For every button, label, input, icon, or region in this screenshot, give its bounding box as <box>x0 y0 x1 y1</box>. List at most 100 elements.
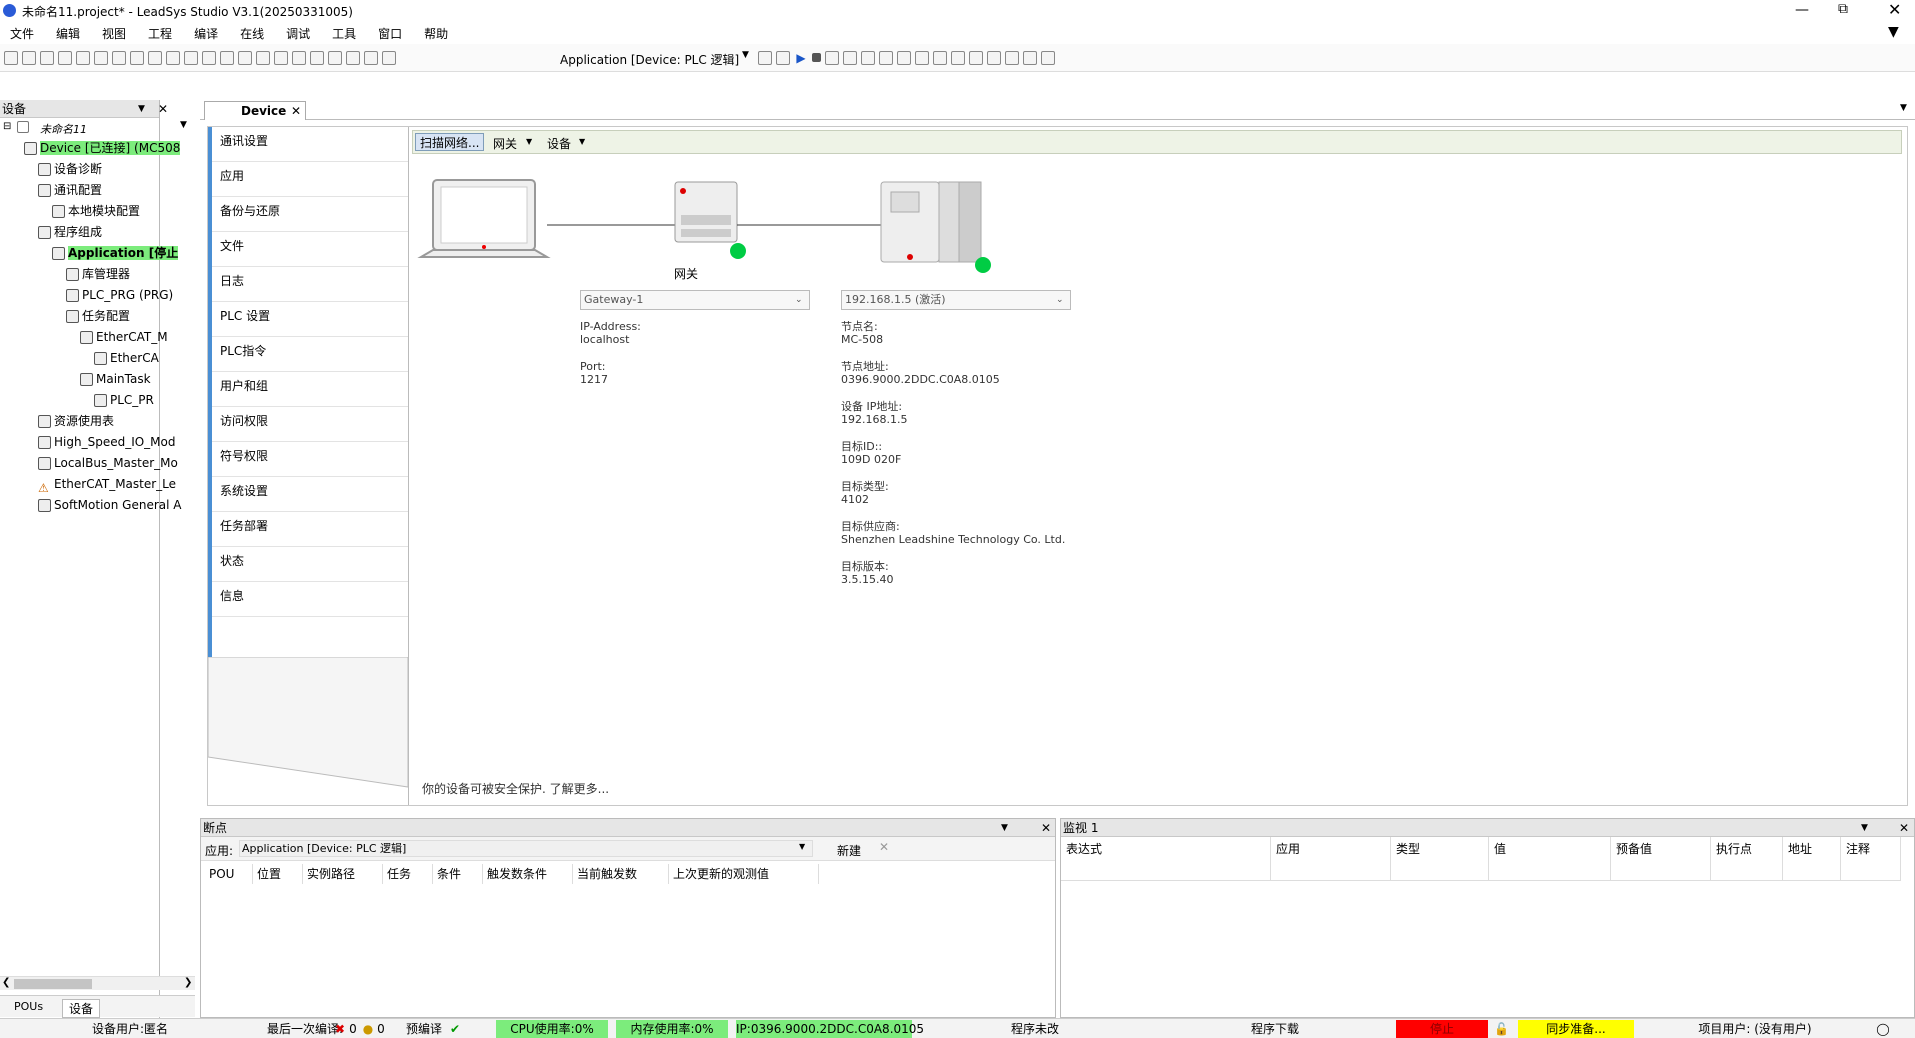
new-file-icon[interactable] <box>4 50 18 65</box>
force-icon[interactable] <box>969 50 983 65</box>
set-next-icon[interactable] <box>915 50 929 65</box>
dropdown-icon[interactable]: ▼ <box>742 50 749 60</box>
delete-breakpoint-icon[interactable]: ✕ <box>879 840 889 854</box>
nav-item[interactable]: 信息 <box>212 582 408 617</box>
menu-item[interactable]: 编译 <box>194 25 218 42</box>
nav-item[interactable]: 通讯设置 <box>212 127 408 162</box>
new-breakpoint-button[interactable]: 新建 <box>827 842 861 859</box>
scroll-left-icon[interactable]: ❮ <box>2 977 10 988</box>
gateway-select[interactable]: Gateway-1 ⌄ <box>580 290 810 310</box>
panel-menu-icon[interactable]: ▼ <box>138 100 145 118</box>
device-menu[interactable]: 设备 <box>547 135 571 152</box>
tree-item[interactable]: PLC_PRG (PRG) <box>0 285 196 306</box>
write-values-icon[interactable] <box>951 50 965 65</box>
nav-item[interactable]: 系统设置 <box>212 477 408 512</box>
watch-column-header[interactable]: 地址 <box>1783 837 1841 881</box>
breakpoints-column-header[interactable]: 条件 <box>433 864 483 884</box>
tree-item[interactable]: SoftMotion General A <box>0 495 196 516</box>
paste-icon[interactable] <box>148 50 162 65</box>
breakpoints-column-header[interactable]: 实例路径 <box>303 864 383 884</box>
breakpoints-column-header[interactable]: 当前触发数 <box>573 864 669 884</box>
step-out-icon[interactable] <box>879 50 893 65</box>
breakpoints-app-select[interactable]: Application [Device: PLC 逻辑] <box>239 840 813 857</box>
find-prev-icon[interactable] <box>238 50 252 65</box>
step-into-icon[interactable] <box>861 50 875 65</box>
menu-item[interactable]: 窗口 <box>378 25 402 42</box>
find-icon[interactable] <box>184 50 198 65</box>
breakpoint-icon[interactable] <box>1005 50 1019 65</box>
tree-item[interactable]: EtherCAT_M <box>0 327 196 348</box>
project-root[interactable]: ⊟ 未命名11 ▼ <box>0 118 187 138</box>
nav-item[interactable]: 任务部署 <box>212 512 408 547</box>
build-icon[interactable] <box>346 50 360 65</box>
tree-item[interactable]: 程序组成 <box>0 222 196 243</box>
export-icon[interactable] <box>364 50 378 65</box>
bookmark-icon[interactable] <box>256 50 270 65</box>
menu-item[interactable]: 视图 <box>102 25 126 42</box>
run-icon[interactable]: ▶ <box>794 51 808 65</box>
watch-close-icon[interactable]: ✕ <box>1899 819 1909 837</box>
nav-item[interactable]: 状态 <box>212 547 408 582</box>
watch-column-header[interactable]: 值 <box>1489 837 1611 881</box>
menu-item[interactable]: 工具 <box>332 25 356 42</box>
tab-close-icon[interactable]: ✕ <box>291 102 301 120</box>
tree-item[interactable]: PLC_PR <box>0 390 196 411</box>
unforce-icon[interactable] <box>987 50 1001 65</box>
delete-icon[interactable] <box>166 50 180 65</box>
breakpoints-column-header[interactable]: 位置 <box>253 864 303 884</box>
watch-column-header[interactable]: 注释 <box>1841 837 1901 881</box>
application-selector[interactable]: Application [Device: PLC 逻辑] <box>560 51 739 68</box>
redo-icon[interactable] <box>94 50 108 65</box>
menu-item[interactable]: 帮助 <box>424 25 448 42</box>
filter-icon[interactable]: ▼ <box>1888 24 1899 40</box>
print-icon[interactable] <box>58 50 72 65</box>
tree-item[interactable]: High_Speed_IO_Mod <box>0 432 196 453</box>
breakpoints-menu-icon[interactable]: ▼ <box>1001 819 1008 837</box>
scan-network-button[interactable]: 扫描网络... <box>415 133 485 151</box>
status-precompile[interactable]: 预编译 <box>404 1020 444 1038</box>
tree-item[interactable]: Device [已连接] (MC508 <box>0 138 196 159</box>
gateway-menu-arrow[interactable]: ▼ <box>526 137 532 146</box>
watch-column-header[interactable]: 应用 <box>1271 837 1391 881</box>
breakpoints-column-header[interactable]: 任务 <box>383 864 433 884</box>
tree-item[interactable]: 任务配置 <box>0 306 196 327</box>
tree-item[interactable]: 资源使用表 <box>0 411 196 432</box>
undo-icon[interactable] <box>76 50 90 65</box>
bookmark-next-icon[interactable] <box>274 50 288 65</box>
watch-column-header[interactable]: 预备值 <box>1611 837 1711 881</box>
login-icon[interactable] <box>758 50 772 65</box>
scroll-thumb[interactable] <box>14 979 92 989</box>
nav-item[interactable]: PLC指令 <box>212 337 408 372</box>
nav-item[interactable]: 日志 <box>212 267 408 302</box>
pin-icon[interactable]: ✕ <box>158 100 168 118</box>
nav-item[interactable]: 备份与还原 <box>212 197 408 232</box>
bookmark-clear-icon[interactable] <box>310 50 324 65</box>
scroll-right-icon[interactable]: ❯ <box>184 977 192 988</box>
menu-item[interactable]: 工程 <box>148 25 172 42</box>
restore-button[interactable]: ⧉ <box>1838 1 1848 17</box>
tree-item[interactable]: 本地模块配置 <box>0 201 196 222</box>
security-note[interactable]: 你的设备可被安全保护. 了解更多... <box>422 780 609 797</box>
close-window-button[interactable]: ✕ <box>1888 0 1901 19</box>
tree-item[interactable]: EtherCA <box>0 348 196 369</box>
tree-item[interactable]: 库管理器 <box>0 264 196 285</box>
copy-icon[interactable] <box>130 50 144 65</box>
tab-devices[interactable]: 设备 <box>62 999 101 1018</box>
breakpoints-column-header[interactable]: 触发数条件 <box>483 864 573 884</box>
breakpoints-app-arrow[interactable]: ▼ <box>799 842 805 851</box>
reset-icon[interactable] <box>825 50 839 65</box>
tree-dropdown-icon[interactable]: ▼ <box>180 120 187 130</box>
nav-item[interactable]: 访问权限 <box>212 407 408 442</box>
tree-item[interactable]: 设备诊断 <box>0 159 196 180</box>
cut-icon[interactable] <box>112 50 126 65</box>
logout-icon[interactable] <box>776 50 790 65</box>
open-icon[interactable] <box>22 50 36 65</box>
nav-item[interactable]: 文件 <box>212 232 408 267</box>
stop-icon[interactable] <box>812 53 821 62</box>
nav-item[interactable]: 符号权限 <box>212 442 408 477</box>
device-menu-arrow[interactable]: ▼ <box>579 137 585 146</box>
watch-column-header[interactable]: 类型 <box>1391 837 1489 881</box>
breakpoints-close-icon[interactable]: ✕ <box>1041 819 1051 837</box>
compile-icon[interactable] <box>328 50 342 65</box>
tab-overflow-icon[interactable]: ▼ <box>1900 103 1907 113</box>
